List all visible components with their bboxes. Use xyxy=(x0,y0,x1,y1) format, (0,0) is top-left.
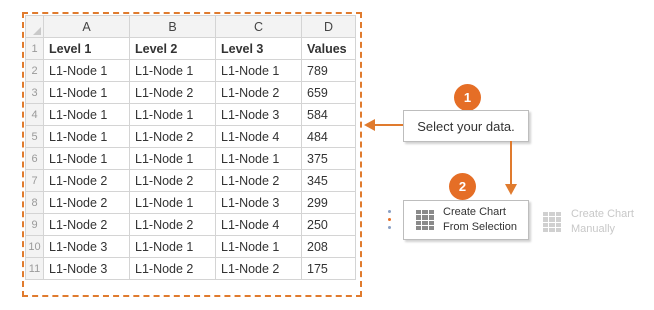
table-row: 8 L1-Node 2 L1-Node 1 L1-Node 3 299 xyxy=(25,191,356,214)
cell[interactable]: L1-Node 1 xyxy=(43,103,130,126)
cell[interactable]: L1-Node 2 xyxy=(129,257,216,280)
step-1-badge: 1 xyxy=(454,84,481,111)
cell[interactable]: L1-Node 1 xyxy=(215,235,302,258)
cell[interactable]: L1-Node 1 xyxy=(129,59,216,82)
select-all-corner[interactable] xyxy=(25,15,44,38)
table-icon xyxy=(416,210,434,230)
row-number[interactable]: 7 xyxy=(25,169,44,192)
cell[interactable]: L1-Node 1 xyxy=(129,235,216,258)
row-number[interactable]: 3 xyxy=(25,81,44,104)
cell[interactable]: L1-Node 1 xyxy=(215,59,302,82)
cell[interactable]: 208 xyxy=(301,235,356,258)
create-chart-manually-button[interactable]: Create Chart Manually xyxy=(540,207,650,237)
cell[interactable]: 345 xyxy=(301,169,356,192)
cell[interactable]: L1-Node 3 xyxy=(215,191,302,214)
row-number[interactable]: 1 xyxy=(25,37,44,60)
column-header-a[interactable]: A xyxy=(43,15,130,38)
step-1-callout: Select your data. xyxy=(403,110,529,142)
cell[interactable]: Level 1 xyxy=(43,37,130,60)
cell[interactable]: 250 xyxy=(301,213,356,236)
table-row: 7 L1-Node 2 L1-Node 2 L1-Node 2 345 xyxy=(25,169,356,192)
cell[interactable]: 789 xyxy=(301,59,356,82)
table-icon xyxy=(543,212,561,232)
carousel-dots xyxy=(388,210,392,234)
dot-2[interactable] xyxy=(388,218,391,221)
cell[interactable]: L1-Node 1 xyxy=(129,103,216,126)
dot-1[interactable] xyxy=(388,210,391,213)
spreadsheet-grid: A B C D 1 Level 1 Level 2 Level 3 Values 2 L1-… xyxy=(25,15,356,280)
cell[interactable]: L1-Node 1 xyxy=(43,147,130,170)
table-row: 11 L1-Node 3 L1-Node 2 L1-Node 2 175 xyxy=(25,257,356,280)
cell[interactable]: L1-Node 2 xyxy=(215,257,302,280)
column-header-b[interactable]: B xyxy=(129,15,216,38)
cell[interactable]: L1-Node 4 xyxy=(215,213,302,236)
row-number[interactable]: 2 xyxy=(25,59,44,82)
table-row: 4 L1-Node 1 L1-Node 1 L1-Node 3 584 xyxy=(25,103,356,126)
cell[interactable]: 584 xyxy=(301,103,356,126)
arrow-down-icon xyxy=(505,184,517,195)
connector-line-vertical xyxy=(510,141,512,185)
table-row: 10 L1-Node 3 L1-Node 1 L1-Node 1 208 xyxy=(25,235,356,258)
step-2-badge: 2 xyxy=(449,173,476,200)
cell[interactable]: L1-Node 1 xyxy=(129,191,216,214)
create-manually-label: Create Chart Manually xyxy=(571,208,634,235)
row-number[interactable]: 6 xyxy=(25,147,44,170)
connector-line xyxy=(374,124,404,126)
step-1-text: Select your data. xyxy=(417,118,515,134)
table-row: 6 L1-Node 1 L1-Node 1 L1-Node 1 375 xyxy=(25,147,356,170)
cell[interactable]: 175 xyxy=(301,257,356,280)
cell[interactable]: Level 3 xyxy=(215,37,302,60)
cell[interactable]: L1-Node 1 xyxy=(43,59,130,82)
create-from-selection-label: Create Chart From Selection xyxy=(443,206,517,233)
cell[interactable]: 659 xyxy=(301,81,356,104)
cell[interactable]: L1-Node 3 xyxy=(43,257,130,280)
cell[interactable]: 375 xyxy=(301,147,356,170)
column-header-d[interactable]: D xyxy=(301,15,356,38)
table-row: 5 L1-Node 1 L1-Node 2 L1-Node 4 484 xyxy=(25,125,356,148)
cell[interactable]: L1-Node 1 xyxy=(215,147,302,170)
table-row: 2 L1-Node 1 L1-Node 1 L1-Node 1 789 xyxy=(25,59,356,82)
row-number[interactable]: 9 xyxy=(25,213,44,236)
cell[interactable]: L1-Node 3 xyxy=(215,103,302,126)
create-chart-from-selection-button[interactable]: Create Chart From Selection xyxy=(403,200,529,240)
cell[interactable]: L1-Node 2 xyxy=(43,169,130,192)
row-number[interactable]: 4 xyxy=(25,103,44,126)
row-number[interactable]: 10 xyxy=(25,235,44,258)
dot-3[interactable] xyxy=(388,226,391,229)
cell[interactable]: 484 xyxy=(301,125,356,148)
cell[interactable]: L1-Node 3 xyxy=(43,235,130,258)
row-number[interactable]: 5 xyxy=(25,125,44,148)
table-row: 3 L1-Node 1 L1-Node 2 L1-Node 2 659 xyxy=(25,81,356,104)
table-row: 1 Level 1 Level 2 Level 3 Values xyxy=(25,37,356,60)
row-number[interactable]: 8 xyxy=(25,191,44,214)
cell[interactable]: L1-Node 1 xyxy=(43,125,130,148)
row-number[interactable]: 11 xyxy=(25,257,44,280)
cell[interactable]: Values xyxy=(301,37,356,60)
cell[interactable]: L1-Node 2 xyxy=(129,169,216,192)
cell[interactable]: L1-Node 2 xyxy=(129,125,216,148)
cell[interactable]: L1-Node 2 xyxy=(43,191,130,214)
cell[interactable]: L1-Node 2 xyxy=(129,213,216,236)
cell[interactable]: 299 xyxy=(301,191,356,214)
cell[interactable]: L1-Node 2 xyxy=(215,81,302,104)
cell[interactable]: L1-Node 2 xyxy=(129,81,216,104)
cell[interactable]: L1-Node 4 xyxy=(215,125,302,148)
cell[interactable]: L1-Node 2 xyxy=(43,213,130,236)
cell[interactable]: L1-Node 2 xyxy=(215,169,302,192)
cell[interactable]: Level 2 xyxy=(129,37,216,60)
cell[interactable]: L1-Node 1 xyxy=(43,81,130,104)
column-header-c[interactable]: C xyxy=(215,15,302,38)
table-row: 9 L1-Node 2 L1-Node 2 L1-Node 4 250 xyxy=(25,213,356,236)
cell[interactable]: L1-Node 1 xyxy=(129,147,216,170)
